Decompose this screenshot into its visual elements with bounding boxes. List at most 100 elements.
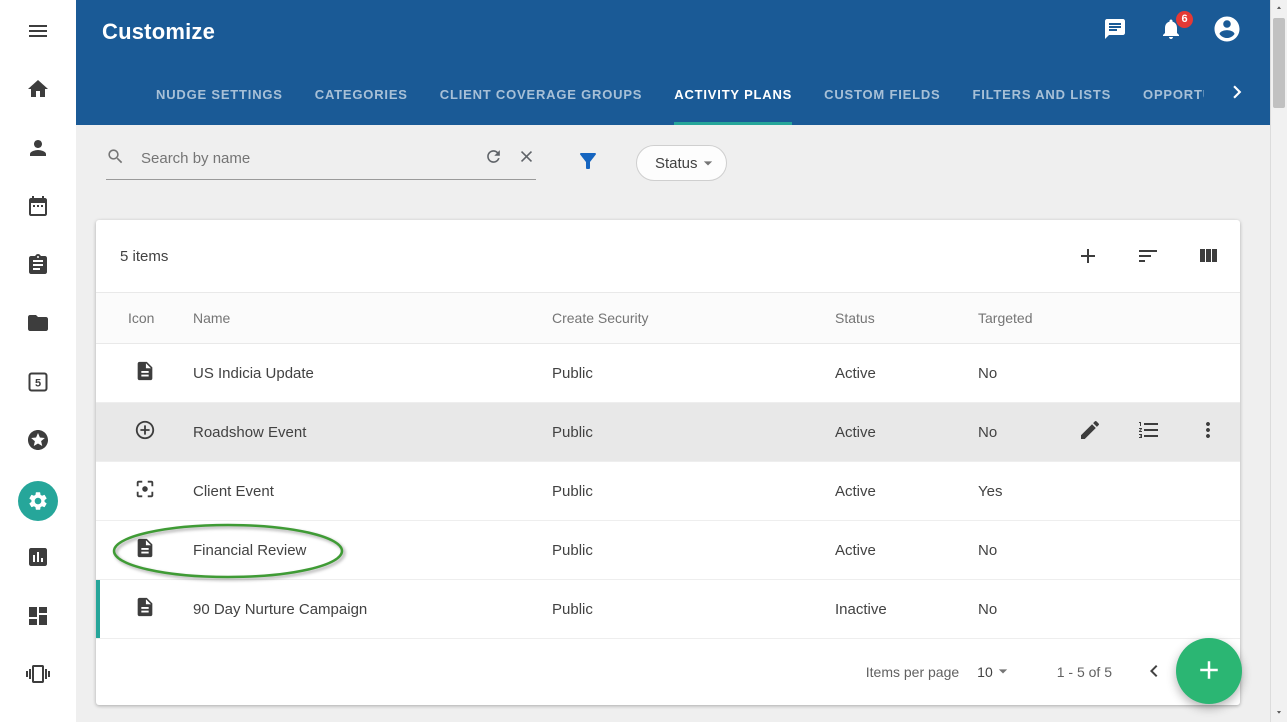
- search-input[interactable]: [139, 149, 470, 168]
- clear-search-button[interactable]: [517, 147, 536, 171]
- sidebar-item-home[interactable]: [0, 63, 76, 122]
- cell-targeted: No: [978, 601, 1078, 618]
- tab-filters-and-lists[interactable]: FILTERS AND LISTS: [973, 63, 1112, 125]
- table-row[interactable]: Roadshow Event Public Active No: [96, 403, 1240, 462]
- notification-badge: 6: [1176, 11, 1193, 28]
- sidebar-item-five[interactable]: 5: [0, 355, 76, 414]
- content-area: Status 5 items Icon Name Create Sec: [76, 125, 1270, 722]
- columns-button[interactable]: [1196, 244, 1220, 268]
- cell-status: Inactive: [835, 601, 978, 618]
- cell-status: Active: [835, 483, 978, 500]
- vertical-scrollbar[interactable]: [1270, 0, 1287, 722]
- tab-categories[interactable]: CATEGORIES: [315, 63, 408, 125]
- cell-create-security: Public: [552, 601, 835, 618]
- scrollbar-track[interactable]: [1271, 18, 1287, 704]
- column-header-targeted: Targeted: [978, 310, 1078, 326]
- document-icon: [134, 360, 156, 386]
- items-per-page-select[interactable]: 10: [977, 661, 1013, 684]
- filter-row: Status: [106, 140, 1270, 186]
- activity-plans-card: 5 items Icon Name Create Security Status…: [96, 220, 1240, 705]
- search-icon: [106, 147, 125, 171]
- column-header-status: Status: [835, 310, 978, 326]
- svg-text:5: 5: [35, 377, 41, 389]
- cell-targeted: No: [978, 542, 1078, 559]
- cell-name: Roadshow Event: [193, 424, 552, 441]
- account-button[interactable]: [1214, 19, 1240, 45]
- sidebar-item-tasks[interactable]: [0, 238, 76, 297]
- vibration-phone-icon: [26, 662, 50, 691]
- dropdown-caret-icon: [698, 153, 718, 173]
- document-icon: [134, 596, 156, 622]
- dashboard-icon: [26, 604, 50, 633]
- sort-button[interactable]: [1136, 244, 1160, 268]
- menu-icon: [26, 19, 50, 48]
- main-area: Customize 6 NUDGE SETTINGS CATEGORIES CL…: [76, 0, 1270, 722]
- table-row[interactable]: US Indicia Update Public Active No: [96, 344, 1240, 403]
- tab-opportunities[interactable]: OPPORTUN: [1143, 63, 1204, 125]
- filter-button[interactable]: [576, 149, 600, 178]
- sidebar-item-settings[interactable]: [0, 472, 76, 531]
- table-row[interactable]: 90 Day Nurture Campaign Public Inactive …: [96, 580, 1240, 639]
- tab-activity-plans[interactable]: ACTIVITY PLANS: [674, 63, 792, 125]
- scroll-down-button[interactable]: [1271, 704, 1287, 722]
- list-details-button[interactable]: [1137, 418, 1161, 446]
- chevron-right-icon: [1224, 79, 1250, 110]
- sidebar-item-files[interactable]: [0, 297, 76, 356]
- table-header-row: Icon Name Create Security Status Targete…: [96, 292, 1240, 344]
- add-fab-button[interactable]: [1176, 638, 1242, 704]
- scroll-up-button[interactable]: [1271, 0, 1287, 18]
- previous-page-button[interactable]: [1142, 659, 1166, 686]
- sidebar-item-dashboard[interactable]: [0, 589, 76, 648]
- folder-icon: [26, 311, 50, 340]
- chat-icon: [1103, 17, 1127, 46]
- sort-icon: [1136, 244, 1160, 268]
- card-toolbar: 5 items: [96, 220, 1240, 292]
- cell-targeted: Yes: [978, 483, 1078, 500]
- status-chip-label: Status: [655, 155, 698, 172]
- pagination-range: 1 - 5 of 5: [1057, 664, 1112, 680]
- sidebar-item-calendar[interactable]: [0, 180, 76, 239]
- analytics-chart-icon: [26, 545, 50, 574]
- cell-status: Active: [835, 424, 978, 441]
- dropdown-caret-icon: [993, 661, 1013, 684]
- stars-icon: [26, 428, 50, 457]
- sidebar-item-mobile[interactable]: [0, 648, 76, 707]
- scrollbar-thumb[interactable]: [1273, 18, 1285, 108]
- edit-pencil-icon: [1078, 418, 1102, 446]
- table-row[interactable]: Client Event Public Active Yes: [96, 462, 1240, 521]
- home-icon: [26, 77, 50, 106]
- refresh-button[interactable]: [484, 147, 503, 171]
- column-header-icon: Icon: [128, 310, 193, 326]
- top-header: Customize 6: [76, 0, 1270, 63]
- tab-custom-fields[interactable]: CUSTOM FIELDS: [824, 63, 940, 125]
- menu-button[interactable]: [0, 4, 76, 63]
- notifications-button[interactable]: 6: [1158, 19, 1184, 45]
- column-header-create-security: Create Security: [552, 310, 835, 326]
- cell-create-security: Public: [552, 483, 835, 500]
- table-row[interactable]: Financial Review Public Active No: [96, 521, 1240, 580]
- pagination-bar: Items per page 10 1 - 5 of 5: [96, 639, 1240, 705]
- app-root: 5 Customize 6: [0, 0, 1287, 722]
- document-icon: [134, 537, 156, 563]
- tab-client-coverage-groups[interactable]: CLIENT COVERAGE GROUPS: [440, 63, 643, 125]
- sidebar-item-analytics[interactable]: [0, 531, 76, 590]
- add-plan-button[interactable]: [1076, 244, 1100, 268]
- sidebar-item-favorites[interactable]: [0, 414, 76, 473]
- center-focus-icon: [134, 478, 156, 504]
- tabs-scroll-right-button[interactable]: [1204, 63, 1270, 125]
- more-options-button[interactable]: [1196, 418, 1220, 446]
- calendar-icon: [26, 194, 50, 223]
- status-filter-chip[interactable]: Status: [636, 145, 727, 181]
- cell-name: Client Event: [193, 483, 552, 500]
- edit-button[interactable]: [1078, 418, 1102, 446]
- scroll-down-arrow-icon: [1274, 704, 1284, 722]
- chat-button[interactable]: [1102, 19, 1128, 45]
- tab-nudge-settings[interactable]: NUDGE SETTINGS: [156, 63, 283, 125]
- five-square-icon: 5: [26, 370, 50, 399]
- cell-create-security: Public: [552, 542, 835, 559]
- search-box: [106, 147, 536, 180]
- scroll-up-arrow-icon: [1274, 0, 1284, 18]
- add-circle-icon: [134, 419, 156, 445]
- items-per-page-value: 10: [977, 664, 993, 680]
- sidebar-item-contacts[interactable]: [0, 121, 76, 180]
